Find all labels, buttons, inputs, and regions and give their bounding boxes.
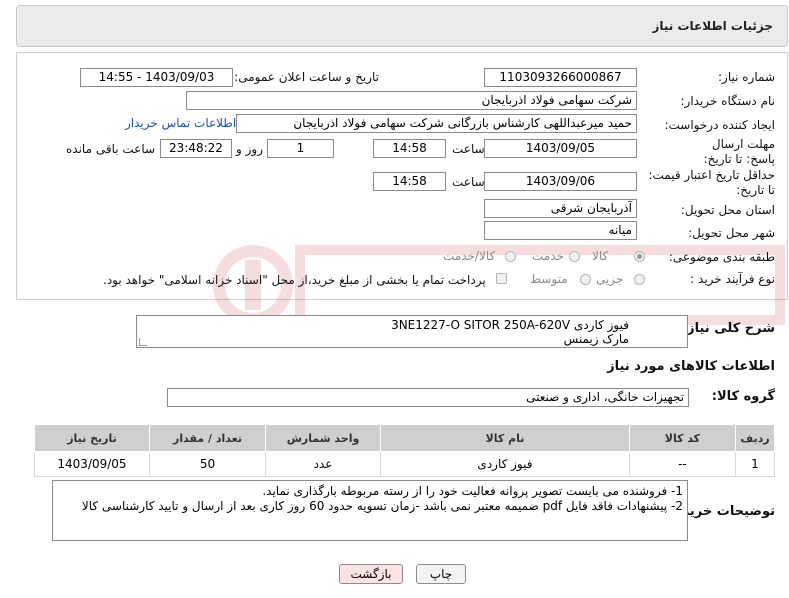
col-name-header: نام کالا xyxy=(380,424,630,452)
col-row-header: ردیف xyxy=(734,424,776,452)
validity-time-field: 14:58 xyxy=(373,172,446,191)
col-unit-header: واحد شمارش xyxy=(265,424,382,452)
description-label: شرح کلی نیاز: xyxy=(681,321,775,336)
table-header-row: ردیف کد کالا نام کالا واحد شمارش تعداد /… xyxy=(34,424,776,452)
creator-field: حمید میرعبداللهی کارشناس بازرگانی شرکت س… xyxy=(236,114,637,133)
process-label: نوع فرآیند خرید : xyxy=(690,272,775,286)
cell-qty: 50 xyxy=(148,451,267,477)
category-option-both: کالا/خدمت xyxy=(443,249,496,263)
deadline-date-field: 1403/09/05 xyxy=(484,139,637,158)
cell-unit: عدد xyxy=(265,451,382,477)
cell-date: 1403/09/05 xyxy=(34,451,150,477)
deadline-time-label: ساعت xyxy=(452,142,485,156)
creator-label: ایجاد کننده درخواست: xyxy=(664,118,775,132)
treasury-payment-checkbox[interactable] xyxy=(496,273,507,284)
goods-group-field: تجهیزات خانگی، اداری و صنعتی xyxy=(167,388,689,407)
col-date-header: تاریخ نیاز xyxy=(34,424,150,452)
category-radio-service[interactable] xyxy=(569,251,580,262)
description-line-2: مارک زیمنس xyxy=(563,332,629,346)
city-label: شهر محل تحویل: xyxy=(688,226,775,240)
buyer-contact-link[interactable]: اطلاعات تماس خریدار xyxy=(125,116,236,130)
remaining-time-field: 23:48:22 xyxy=(160,139,232,158)
resize-handle-icon[interactable] xyxy=(139,338,147,346)
process-radio-minor[interactable] xyxy=(634,274,645,285)
need-number-field: 1103093266000867 xyxy=(484,68,637,87)
goods-group-label: گروه کالا: xyxy=(711,389,775,404)
buyer-org-label: نام دستگاه خریدار: xyxy=(680,94,776,108)
validity-label: حداقل تاریخ اعتبار قیمت: تا تاریخ: xyxy=(648,168,775,197)
validity-date-field: 1403/09/06 xyxy=(484,172,637,191)
category-option-service: خدمت xyxy=(532,249,564,263)
category-radio-both[interactable] xyxy=(505,251,516,262)
process-option-medium: متوسط xyxy=(530,272,568,286)
print-button[interactable]: چاپ xyxy=(416,564,466,584)
deadline-days-field: 1 xyxy=(267,139,334,158)
announce-field: 1403/09/03 - 14:55 xyxy=(80,68,233,87)
remaining-time-label: ساعت باقی مانده xyxy=(66,142,156,156)
page-title: جزئیات اطلاعات نیاز xyxy=(652,19,773,33)
buyer-notes-line-1: 1- فروشنده می بایست تصویر پروانه فعالیت … xyxy=(262,484,683,498)
category-option-goods: کالا xyxy=(592,249,609,263)
buyer-org-field: شرکت سهامی فولاد اذربایجان xyxy=(186,91,637,110)
city-field: میانه xyxy=(484,221,637,240)
items-table: ردیف کد کالا نام کالا واحد شمارش تعداد /… xyxy=(34,424,776,477)
col-qty-header: تعداد / مقدار xyxy=(148,424,267,452)
announce-label: تاریخ و ساعت اعلان عمومی: xyxy=(234,70,379,84)
province-field: آذربایجان شرقی xyxy=(484,199,637,218)
col-code-header: کد کالا xyxy=(628,424,736,452)
buyer-notes-textarea[interactable]: 1- فروشنده می بایست تصویر پروانه فعالیت … xyxy=(52,480,688,541)
description-textarea[interactable]: فیوز کاردی 3NE1227-O SITOR 250A-620V مار… xyxy=(136,315,688,348)
table-row: 1 -- فیوز کاردی عدد 50 1403/09/05 xyxy=(34,451,776,477)
cell-row: 1 xyxy=(734,451,776,477)
province-label: استان محل تحویل: xyxy=(680,203,775,217)
process-option-minor: جزیی xyxy=(596,272,624,286)
goods-info-title: اطلاعات کالاهای مورد نیاز xyxy=(607,359,775,374)
back-button[interactable]: بازگشت xyxy=(339,564,403,584)
deadline-days-label: روز و xyxy=(236,142,263,156)
category-label: طبقه بندی موضوعی: xyxy=(668,250,775,264)
buyer-notes-line-2: 2- پیشنهادات فاقد فایل pdf ضمیمه معتبر ن… xyxy=(81,499,683,513)
category-radio-goods[interactable] xyxy=(634,251,645,262)
deadline-time-field: 14:58 xyxy=(373,139,446,158)
treasury-payment-note: پرداخت تمام یا بخشی از مبلغ خرید،از محل … xyxy=(103,273,486,287)
cell-code: -- xyxy=(628,451,736,477)
need-number-label: شماره نیاز: xyxy=(718,70,775,84)
description-line-1: فیوز کاردی 3NE1227-O SITOR 250A-620V xyxy=(391,318,629,332)
validity-time-label: ساعت xyxy=(452,175,485,189)
deadline-label: مهلت ارسال پاسخ: تا تاریخ: xyxy=(703,137,775,166)
process-radio-medium[interactable] xyxy=(580,274,591,285)
cell-name: فیوز کاردی xyxy=(380,451,630,477)
